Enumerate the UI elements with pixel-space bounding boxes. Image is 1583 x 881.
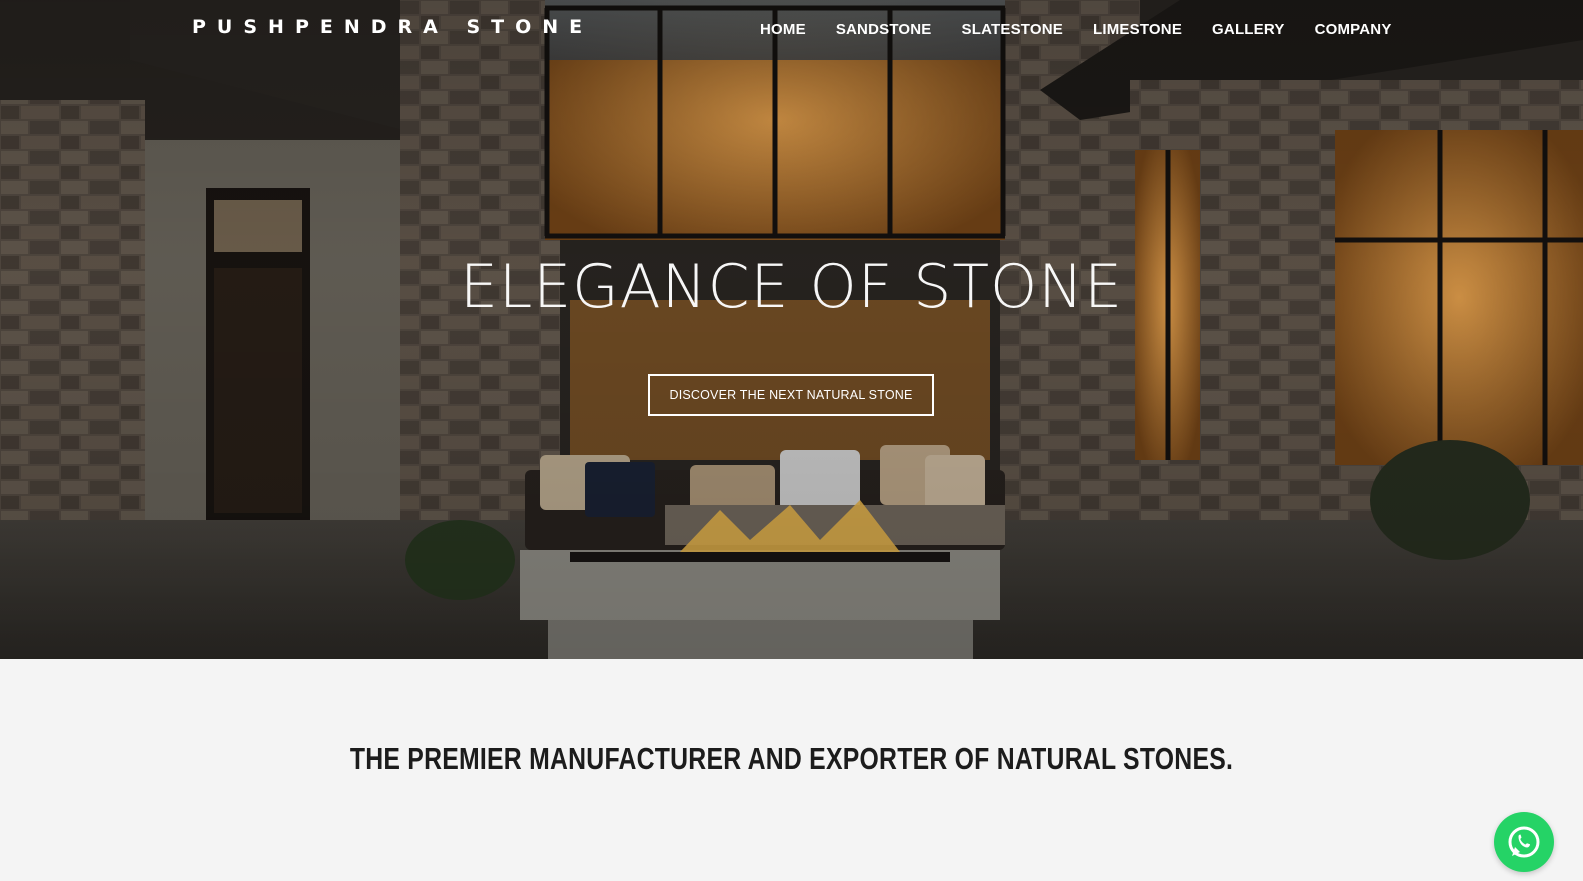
whatsapp-chat-button[interactable] xyxy=(1494,812,1554,872)
main-navigation: HOME SANDSTONE SLATESTONE LIMESTONE GALL… xyxy=(760,20,1392,40)
hero-overlay xyxy=(0,0,1583,659)
hero-title: ELEGANCE OF STONE xyxy=(459,252,1124,322)
intro-section: THE PREMIER MANUFACTURER AND EXPORTER OF… xyxy=(0,659,1583,881)
tagline-heading: THE PREMIER MANUFACTURER AND EXPORTER OF… xyxy=(349,741,1234,776)
nav-item-home[interactable]: HOME xyxy=(760,20,806,40)
whatsapp-icon xyxy=(1508,826,1540,858)
hero-section: PUSHPENDRA STONE HOME SANDSTONE SLATESTO… xyxy=(0,0,1583,659)
nav-item-limestone[interactable]: LIMESTONE xyxy=(1093,20,1182,40)
site-logo[interactable]: PUSHPENDRA STONE xyxy=(192,16,593,38)
nav-item-sandstone[interactable]: SANDSTONE xyxy=(836,20,932,40)
nav-item-gallery[interactable]: GALLERY xyxy=(1212,20,1285,40)
nav-item-slatestone[interactable]: SLATESTONE xyxy=(962,20,1063,40)
discover-stone-button[interactable]: DISCOVER THE NEXT NATURAL STONE xyxy=(648,374,934,416)
nav-item-company[interactable]: COMPANY xyxy=(1315,20,1392,40)
